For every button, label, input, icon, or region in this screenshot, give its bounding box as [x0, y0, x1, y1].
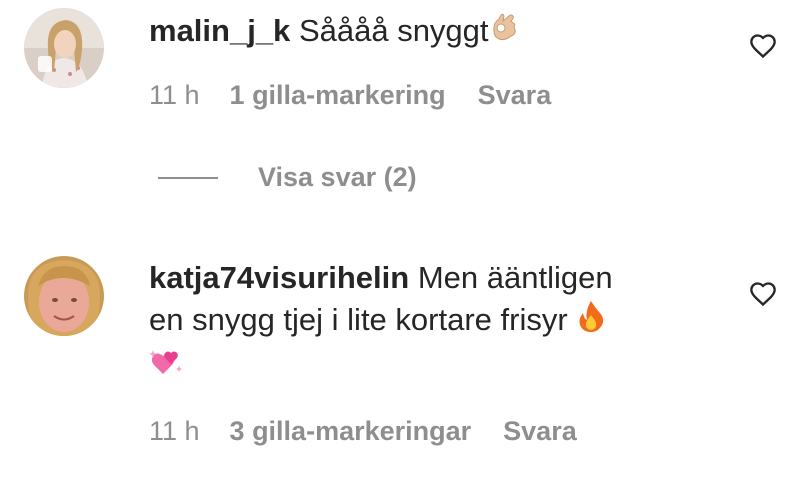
likes-count-link[interactable]: 1 gilla-markering	[230, 80, 446, 111]
comment-meta: 11 h 1 gilla-markering Svara	[149, 80, 551, 111]
view-replies-label: Visa svar (2)	[258, 162, 417, 192]
avatar[interactable]	[24, 256, 104, 336]
view-replies-line	[158, 176, 218, 179]
comment-time: 11 h	[149, 80, 200, 110]
comment-text: Såååå snyggt	[298, 13, 489, 48]
view-replies-button[interactable]: Visa svar (2)	[158, 162, 417, 193]
heart-icon[interactable]	[749, 280, 777, 308]
heart-icon[interactable]	[749, 32, 777, 60]
sparkling-heart-icon	[149, 346, 183, 389]
avatar-photo-malin	[24, 8, 104, 88]
comment-username[interactable]: katja74visurihelin	[149, 260, 409, 295]
comment-meta: 11 h 3 gilla-markeringar Svara	[149, 416, 577, 447]
reply-button[interactable]: Svara	[478, 80, 552, 111]
likes-count-link[interactable]: 3 gilla-markeringar	[230, 416, 472, 447]
comment-time: 11 h	[149, 416, 200, 446]
avatar[interactable]	[24, 8, 104, 88]
comment-username[interactable]: malin_j_k	[149, 13, 290, 48]
ok-hand-icon	[489, 11, 519, 54]
avatar-photo-katja	[24, 256, 104, 336]
comment-text-line-1: Men ääntligen	[417, 260, 613, 295]
comment-body: malin_j_k Såååå snyggt	[149, 10, 519, 54]
comment-1: malin_j_k Såååå snyggt 11 h 1 gilla-mark…	[0, 0, 800, 150]
reply-button[interactable]: Svara	[503, 416, 577, 447]
comment-text-line-2: en snygg tjej i lite kortare frisyr	[149, 302, 568, 337]
comment-2: katja74visurihelin Men ääntligen en snyg…	[0, 250, 800, 470]
comment-body: katja74visurihelin Men ääntligen en snyg…	[149, 257, 729, 389]
fire-icon	[576, 299, 606, 344]
